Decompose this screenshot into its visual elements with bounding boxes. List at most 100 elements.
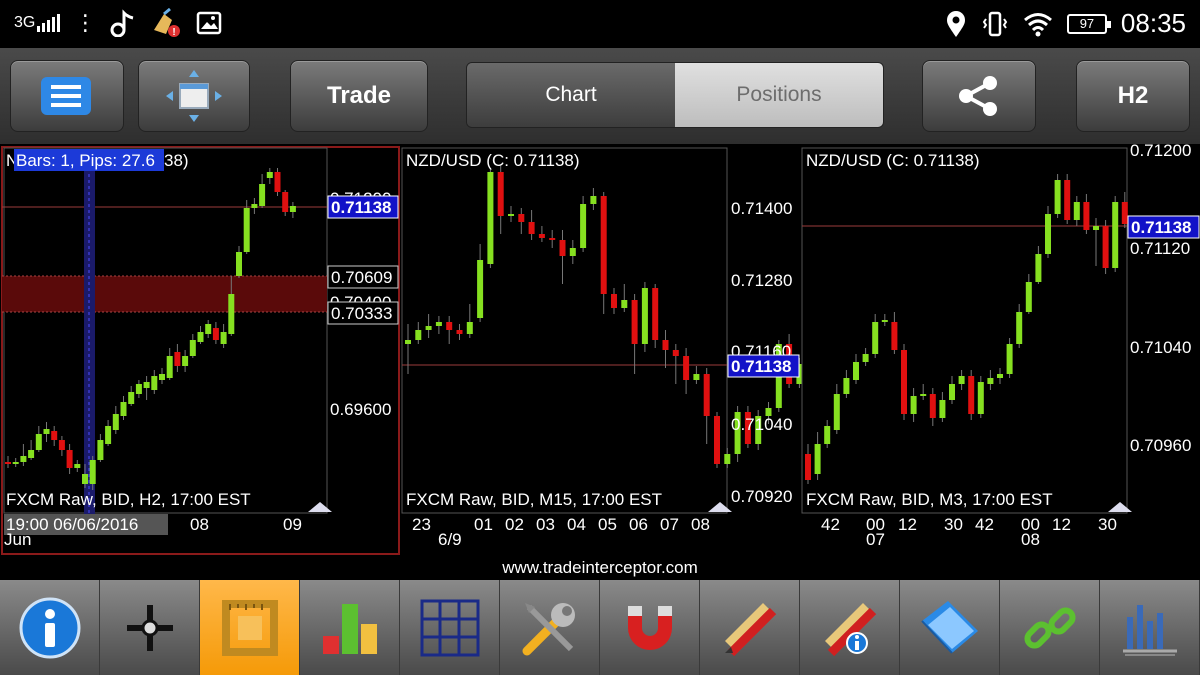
candle xyxy=(274,172,281,192)
indicators-button[interactable] xyxy=(300,580,400,675)
measure-frame-button[interactable] xyxy=(200,580,300,675)
candle xyxy=(958,376,965,384)
multi-chart-button[interactable] xyxy=(1100,580,1200,675)
share-button[interactable] xyxy=(922,60,1036,132)
candle xyxy=(251,204,258,208)
folder-icon xyxy=(920,600,978,654)
signal-bars-icon xyxy=(37,14,61,32)
price-label-5: 0.70920 xyxy=(731,487,792,506)
candle xyxy=(508,214,514,216)
candle xyxy=(289,206,296,212)
candle xyxy=(528,222,535,234)
candle xyxy=(20,456,27,462)
candle xyxy=(236,252,242,276)
date-label: 07 xyxy=(866,530,885,549)
x-label: 42 xyxy=(975,515,994,534)
range-high: 0.70609 xyxy=(331,268,392,287)
x-label: 03 xyxy=(536,515,555,534)
candle xyxy=(1035,254,1042,282)
candle xyxy=(833,394,840,430)
link-icon xyxy=(1023,606,1076,649)
candle xyxy=(621,300,628,308)
chart-panel-m3[interactable]: NZD/USD (C: 0.71138) 0.71200 0.71120 0.7… xyxy=(801,144,1200,549)
tab-chart[interactable]: Chart xyxy=(467,63,675,127)
x-label-09: 09 xyxy=(283,515,302,534)
candle xyxy=(220,332,227,344)
timeframe-button[interactable]: H2 xyxy=(1076,60,1190,132)
layout-grid-button[interactable] xyxy=(400,580,500,675)
candle xyxy=(5,462,11,464)
candle xyxy=(901,350,907,414)
charts-canvas[interactable]: N Bars: 1, Pips: 27.6 38) 0.71200 0.7040… xyxy=(0,144,1200,580)
x-label-08: 08 xyxy=(190,515,209,534)
crosshair-icon xyxy=(126,604,173,651)
candle xyxy=(518,214,525,222)
x-label: 30 xyxy=(944,515,963,534)
plot-border xyxy=(401,147,728,514)
candle xyxy=(1054,180,1061,214)
cleaner-alert-icon: ! xyxy=(154,8,181,38)
magnet-icon xyxy=(627,605,672,650)
link-charts-button[interactable] xyxy=(1000,580,1100,675)
network-type: 3G xyxy=(14,14,36,31)
drawing-tools-button[interactable] xyxy=(700,580,800,675)
chart2-title: NZD/USD (C: 0.71138) xyxy=(406,151,580,170)
wifi-icon xyxy=(1023,12,1052,36)
move-window-icon xyxy=(166,70,222,122)
menu-button[interactable] xyxy=(10,60,124,132)
candle xyxy=(456,330,463,334)
drawing-pencil-icon xyxy=(724,602,776,656)
plot-border xyxy=(3,147,328,514)
x-label: 08 xyxy=(691,515,710,534)
chart-menu-triangle-icon[interactable] xyxy=(1108,502,1132,512)
candle xyxy=(466,322,473,334)
top-toolbar: Trade Chart Positions H2 xyxy=(0,48,1200,144)
candle xyxy=(862,354,869,362)
chart1-title-tail: 38) xyxy=(164,151,189,170)
trade-button[interactable]: Trade xyxy=(290,60,428,132)
candle xyxy=(112,414,119,430)
drawing-info-button[interactable] xyxy=(800,580,900,675)
candle xyxy=(824,426,831,444)
chart-menu-triangle-icon[interactable] xyxy=(308,502,332,512)
candle xyxy=(1045,214,1051,254)
x-label: 05 xyxy=(598,515,617,534)
chart3-footer: FXCM Raw, BID, M3, 17:00 EST xyxy=(806,490,1053,509)
x-label: 07 xyxy=(660,515,679,534)
chart-panel-h2[interactable]: N Bars: 1, Pips: 27.6 38) 0.71200 0.7040… xyxy=(1,146,400,555)
candle xyxy=(446,322,453,330)
candle xyxy=(549,238,556,240)
tab-positions[interactable]: Positions xyxy=(675,63,883,127)
candle xyxy=(182,356,189,366)
candle xyxy=(600,196,607,294)
candle xyxy=(205,324,212,334)
candle xyxy=(189,340,196,356)
candle xyxy=(814,444,821,474)
candle xyxy=(641,288,648,344)
chart-menu-triangle-icon[interactable] xyxy=(708,502,732,512)
chart-area: N Bars: 1, Pips: 27.6 38) 0.71200 0.7040… xyxy=(0,144,1200,580)
info-button[interactable] xyxy=(0,580,100,675)
candle xyxy=(243,208,250,252)
candle xyxy=(977,382,984,414)
website-link[interactable]: www.tradeinterceptor.com xyxy=(0,558,1200,578)
crosshair-button[interactable] xyxy=(100,580,200,675)
overflow-dots-icon: ⋮ xyxy=(74,10,97,35)
candle xyxy=(997,374,1003,378)
price-label-2: 0.71120 xyxy=(1130,239,1190,258)
vibrate-icon xyxy=(982,11,1008,36)
ruler-frame-icon xyxy=(221,599,278,656)
status-bar: 3G ⋮ ! 97 08:35 xyxy=(0,0,1200,48)
candle xyxy=(435,322,442,326)
magnet-button[interactable] xyxy=(600,580,700,675)
candle xyxy=(1073,202,1080,220)
chart-panel-m15[interactable]: NZD/USD (C: 0.71138) 0.71400 0.71280 0.7… xyxy=(401,147,803,549)
templates-button[interactable] xyxy=(900,580,1000,675)
battery-icon: 97 xyxy=(1066,13,1111,34)
price-label-4: 0.70960 xyxy=(1130,436,1191,455)
settings-tools-button[interactable] xyxy=(500,580,600,675)
candle xyxy=(1102,226,1109,268)
candle xyxy=(74,464,81,468)
bar-indicator-icon xyxy=(322,603,377,654)
layout-move-button[interactable] xyxy=(138,60,250,132)
